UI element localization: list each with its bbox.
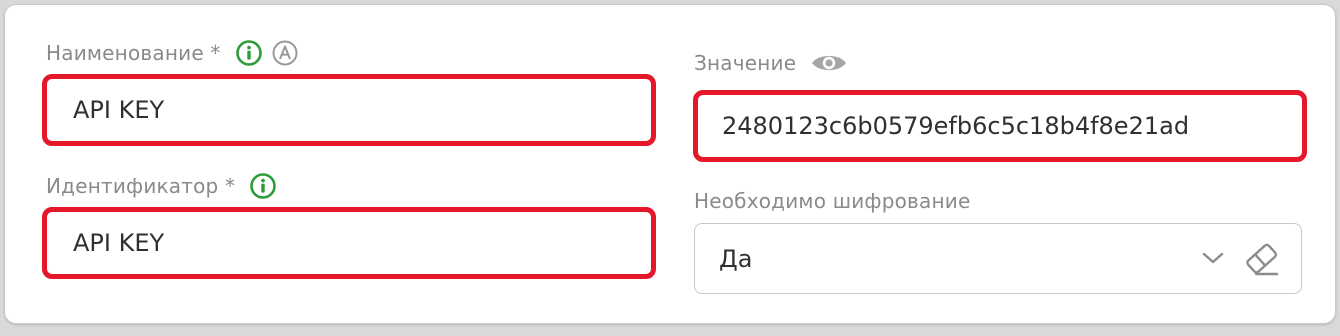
value-input-value: 2480123c6b0579efb6c5c18b4f8e21ad [722,112,1190,140]
encryption-select[interactable]: Да [694,223,1302,294]
encryption-field-label: Необходимо шифрование [694,186,984,216]
name-input-value: API KEY [73,96,165,124]
identifier-input-value: API KEY [73,229,165,257]
name-field-label: Наименование * [46,38,299,68]
identifier-field-label: Идентификатор * [46,170,277,202]
eraser-icon[interactable] [1243,241,1281,277]
name-input[interactable]: API KEY [42,74,656,146]
info-icon[interactable] [235,39,263,67]
encryption-label-text: Необходимо шифрование [694,189,971,213]
identifier-input[interactable]: API KEY [42,207,656,279]
auto-icon[interactable] [271,39,299,67]
value-input[interactable]: 2480123c6b0579efb6c5c18b4f8e21ad [693,90,1307,162]
eye-icon[interactable] [810,51,848,75]
value-field-label: Значение [694,48,848,78]
chevron-down-icon[interactable] [1201,248,1225,268]
value-label-text: Значение [694,51,797,75]
name-label-text: Наименование * [46,41,221,65]
encryption-select-value: Да [719,244,753,273]
info-icon[interactable] [249,172,277,200]
identifier-label-text: Идентификатор * [46,174,236,198]
